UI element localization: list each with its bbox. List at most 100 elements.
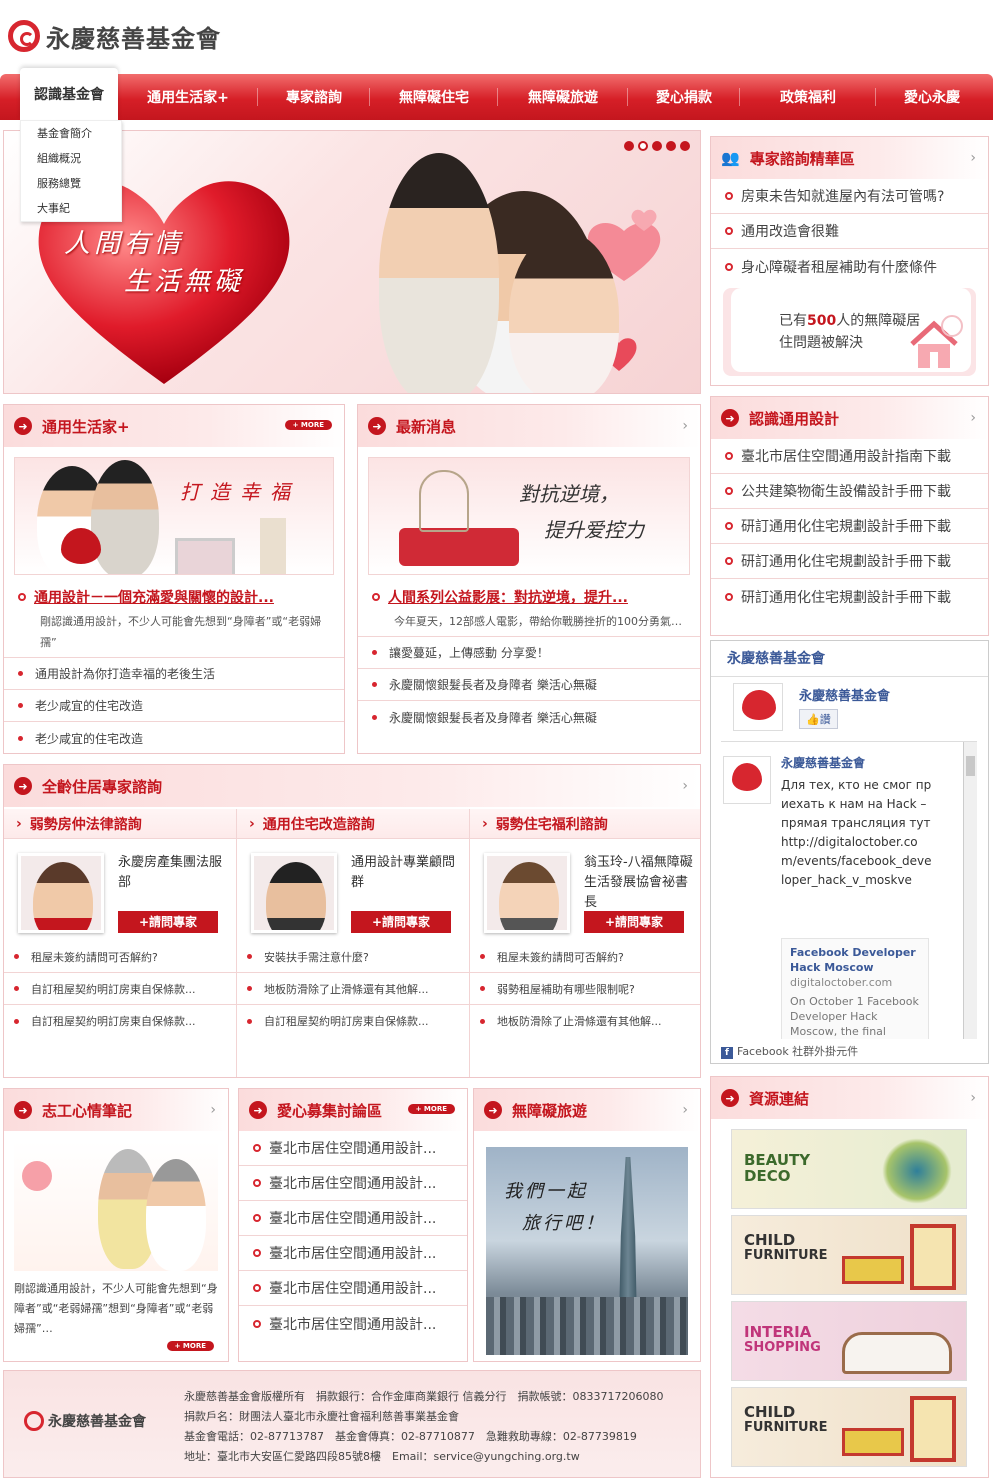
ask-expert-button[interactable]: +請問專家 <box>351 911 451 933</box>
nav-item-about[interactable]: 認識基金會 <box>20 68 118 120</box>
list-item[interactable]: 永慶關懷銀髮長者及身障者 樂活心無礙 <box>358 669 700 701</box>
living-feature-title[interactable]: 通用設計－一個充滿愛與關懷的設計... <box>4 575 344 607</box>
list-item[interactable]: 老少咸宜的住宅改造 <box>4 722 344 754</box>
chevron-right-icon[interactable]: › <box>970 150 976 166</box>
resources-header[interactable]: ➜ 資源連結 › <box>711 1077 988 1119</box>
nav-item-policy[interactable]: 政策福利 <box>740 74 876 120</box>
list-item[interactable]: 自訂租屋契約明訂房東自保條款... <box>237 1005 469 1037</box>
list-item[interactable]: 臺北市居住空間通用設計... <box>239 1201 467 1236</box>
carousel-dot[interactable] <box>624 141 634 151</box>
chevron-right-icon[interactable]: › <box>682 778 688 794</box>
volunteer-image[interactable] <box>14 1141 218 1271</box>
chevron-right-icon[interactable]: › <box>682 418 688 434</box>
solved-counter-banner[interactable]: 已有500人的無障礙居 住問題被解決 <box>723 288 976 376</box>
more-button[interactable]: + MORE <box>407 1104 455 1114</box>
travel-header[interactable]: ➜ 無障礙旅遊 › <box>474 1089 700 1131</box>
list-item-text: 臺北市居住空間通用設計... <box>269 1281 437 1297</box>
facebook-page-avatar[interactable] <box>733 683 783 731</box>
counter-pre: 已有 <box>779 313 807 329</box>
submenu-item-org[interactable]: 組織概況 <box>21 146 121 171</box>
list-item[interactable]: 臺北市居住空間通用設計... <box>239 1271 467 1306</box>
list-item[interactable]: 臺北市居住空間通用設計... <box>239 1166 467 1201</box>
volunteer-header[interactable]: ➜ 志工心情筆記 › <box>4 1089 228 1131</box>
facebook-feed[interactable]: 永慶慈善基金會 Для тех, кто не смог приехать к … <box>721 741 977 1039</box>
submenu-item-intro[interactable]: 基金會簡介 <box>21 121 121 146</box>
more-button[interactable]: + MORE <box>166 1341 214 1351</box>
consult-list: 房東未告知就進屋內有法可管嗎? 通用改造會很難 身心障礙者租屋補助有什麼條件 <box>711 179 988 284</box>
list-item[interactable]: 地板防滑除了止滑條還有其他解... <box>470 1005 700 1037</box>
submenu-item-services[interactable]: 服務總覽 <box>21 171 121 196</box>
ad-banner[interactable]: CHILD FURNITURE <box>731 1215 967 1295</box>
nav-item-donate[interactable]: 愛心捐款 <box>628 74 740 120</box>
list-item[interactable]: 自訂租屋契約明訂房東自保條款... <box>4 1005 236 1037</box>
site-logo[interactable]: 永慶慈善基金會 <box>8 18 221 54</box>
forum-header[interactable]: ➜ 愛心募集討論區 + MORE <box>239 1089 467 1131</box>
facebook-link-preview[interactable]: Facebook Developer Hack Moscow digitaloc… <box>781 938 929 1039</box>
list-item[interactable]: 研訂通用化住宅規劃設計手冊下載 <box>711 579 988 614</box>
list-item[interactable]: 租屋未簽約請問可否解約? <box>4 941 236 973</box>
list-item[interactable]: 公共建築物衛生設備設計手冊下載 <box>711 474 988 509</box>
nav-item-housing[interactable]: 無障礙住宅 <box>370 74 498 120</box>
expert-column-header[interactable]: › 通用住宅改造諮詢 <box>237 809 469 839</box>
living-feature-image[interactable]: 打造幸福 <box>14 457 334 575</box>
nav-item-consult[interactable]: 專家諮詢 <box>258 74 370 120</box>
consult-highlight-header[interactable]: 👥 專家諮詢精華區 › <box>711 137 988 179</box>
more-button[interactable]: + MORE <box>284 420 332 430</box>
expert-column-header[interactable]: › 弱勢房仲法律諮詢 <box>4 809 236 839</box>
list-item[interactable]: 老少咸宜的住宅改造 <box>4 690 344 722</box>
list-item[interactable]: 研訂通用化住宅規劃設計手冊下載 <box>711 544 988 579</box>
living-header[interactable]: ➜ 通用生活家+ + MORE <box>4 405 344 447</box>
nav-item-living[interactable]: 通用生活家+ <box>118 74 258 120</box>
news-feature-title[interactable]: 人間系列公益影展：對抗逆境，提升... <box>358 575 700 607</box>
facebook-like-button[interactable]: 👍讚 <box>799 709 838 729</box>
nav-item-travel[interactable]: 無障礙旅遊 <box>498 74 628 120</box>
list-item[interactable]: 臺北市居住空間通用設計... <box>239 1131 467 1166</box>
nav-item-love[interactable]: 愛心永慶 <box>876 74 988 120</box>
heart-icon <box>61 528 101 564</box>
facebook-page-name[interactable]: 永慶慈善基金會 <box>799 685 890 704</box>
ad-banner[interactable]: CHILD FURNITURE <box>731 1387 967 1467</box>
list-item[interactable]: 讓愛蔓延，上傳感動 分享愛！ <box>358 637 700 669</box>
list-item-text: 公共建築物衛生設備設計手冊下載 <box>741 484 951 500</box>
carousel-dot[interactable] <box>680 141 690 151</box>
list-item[interactable]: 臺北市居住空間通用設計... <box>239 1306 467 1341</box>
list-item[interactable]: 安裝扶手需注意什麼? <box>237 941 469 973</box>
list-item[interactable]: 臺北市居住空間通用設計指南下載 <box>711 439 988 474</box>
list-item[interactable]: 臺北市居住空間通用設計... <box>239 1236 467 1271</box>
list-item[interactable]: 通用改造會很難 <box>711 214 988 249</box>
ask-expert-button[interactable]: +請問專家 <box>118 911 218 933</box>
news-box: ➜ 最新消息 › 對抗逆境， 提升爱控力 人間系列公益影展：對抗逆境，提升...… <box>357 404 701 754</box>
list-item[interactable]: 永慶關懷銀髮長者及身障者 樂活心無礙 <box>358 701 700 733</box>
list-item[interactable]: 研訂通用化住宅規劃設計手冊下載 <box>711 509 988 544</box>
chevron-right-icon[interactable]: › <box>970 1090 976 1106</box>
list-item[interactable]: 身心障礙者租屋補助有什麼條件 <box>711 249 988 284</box>
expert-column-header[interactable]: › 弱勢住宅福利諮詢 <box>470 809 700 839</box>
facebook-feed-scrollbar[interactable] <box>963 742 977 1039</box>
facebook-post-author[interactable]: 永慶慈善基金會 <box>781 754 865 771</box>
ad-banner[interactable]: INTERIA SHOPPING <box>731 1301 967 1381</box>
submenu-item-history[interactable]: 大事紀 <box>21 196 121 221</box>
experts-header[interactable]: ➜ 全齡住居專家諮詢 › <box>4 765 700 807</box>
chevron-right-icon[interactable]: › <box>970 410 976 426</box>
list-item[interactable]: 通用設計為你打造幸福的老後生活 <box>4 658 344 690</box>
news-feature-image[interactable]: 對抗逆境， 提升爱控力 <box>368 457 690 575</box>
facebook-footer[interactable]: f Facebook 社群外掛元件 <box>721 1043 858 1059</box>
ask-expert-button[interactable]: +請問專家 <box>584 911 684 933</box>
carousel-dot[interactable] <box>666 141 676 151</box>
bullet-icon <box>14 1018 19 1024</box>
footer-logo[interactable]: 永慶慈善基金會 <box>24 1411 146 1431</box>
ad-banner[interactable]: BEAUTY DECO <box>731 1129 967 1209</box>
chevron-right-icon[interactable]: › <box>210 1102 216 1118</box>
travel-image[interactable]: 我們一起 旅行吧！ <box>486 1147 688 1355</box>
list-item[interactable]: 自訂租屋契約明訂房東自保條款... <box>4 973 236 1005</box>
list-item[interactable]: 房東未告知就進屋內有法可管嗎? <box>711 179 988 214</box>
list-item[interactable]: 地板防滑除了止滑條還有其他解... <box>237 973 469 1005</box>
carousel-dot-active[interactable] <box>638 141 648 151</box>
universal-design-header[interactable]: ➜ 認識通用設計 › <box>711 397 988 439</box>
facebook-widget-title[interactable]: 永慶慈善基金會 <box>711 641 988 677</box>
news-header[interactable]: ➜ 最新消息 › <box>358 405 700 447</box>
carousel-dot[interactable] <box>652 141 662 151</box>
chevron-right-icon[interactable]: › <box>682 1102 688 1118</box>
list-item[interactable]: 租屋未簽約請問可否解約? <box>470 941 700 973</box>
list-item[interactable]: 弱勢租屋補助有哪些限制呢? <box>470 973 700 1005</box>
